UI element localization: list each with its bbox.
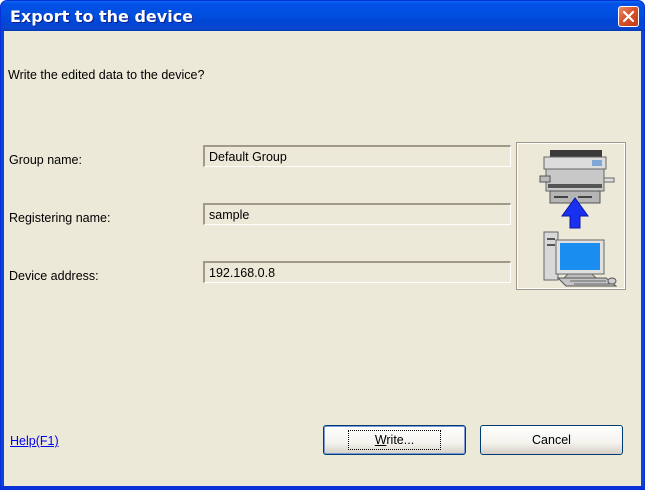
device-address-label: Device address: xyxy=(9,269,99,283)
group-name-field: Default Group xyxy=(203,145,511,167)
computer-icon xyxy=(543,231,618,287)
write-button-label: Write... xyxy=(347,430,442,450)
export-illustration xyxy=(516,142,626,290)
dialog-body: Write the edited data to the device? Gro… xyxy=(4,31,641,486)
printer-icon xyxy=(539,150,615,204)
help-link[interactable]: Help(F1) xyxy=(10,434,59,448)
write-button[interactable]: Write... xyxy=(323,425,466,455)
window-title: Export to the device xyxy=(10,7,194,26)
group-name-label: Group name: xyxy=(9,153,82,167)
prompt-text: Write the edited data to the device? xyxy=(8,68,205,82)
export-dialog-window: Export to the device Write the edited da… xyxy=(0,0,645,490)
registering-name-label: Registering name: xyxy=(9,211,111,225)
title-bar[interactable]: Export to the device xyxy=(1,1,644,31)
registering-name-field: sample xyxy=(203,203,511,225)
close-icon xyxy=(622,10,635,23)
window-border xyxy=(1,486,644,489)
device-address-field: 192.168.0.8 xyxy=(203,261,511,283)
cancel-button[interactable]: Cancel xyxy=(480,425,623,455)
close-button[interactable] xyxy=(618,6,639,27)
computer-to-printer-upload-illustration xyxy=(539,150,618,287)
